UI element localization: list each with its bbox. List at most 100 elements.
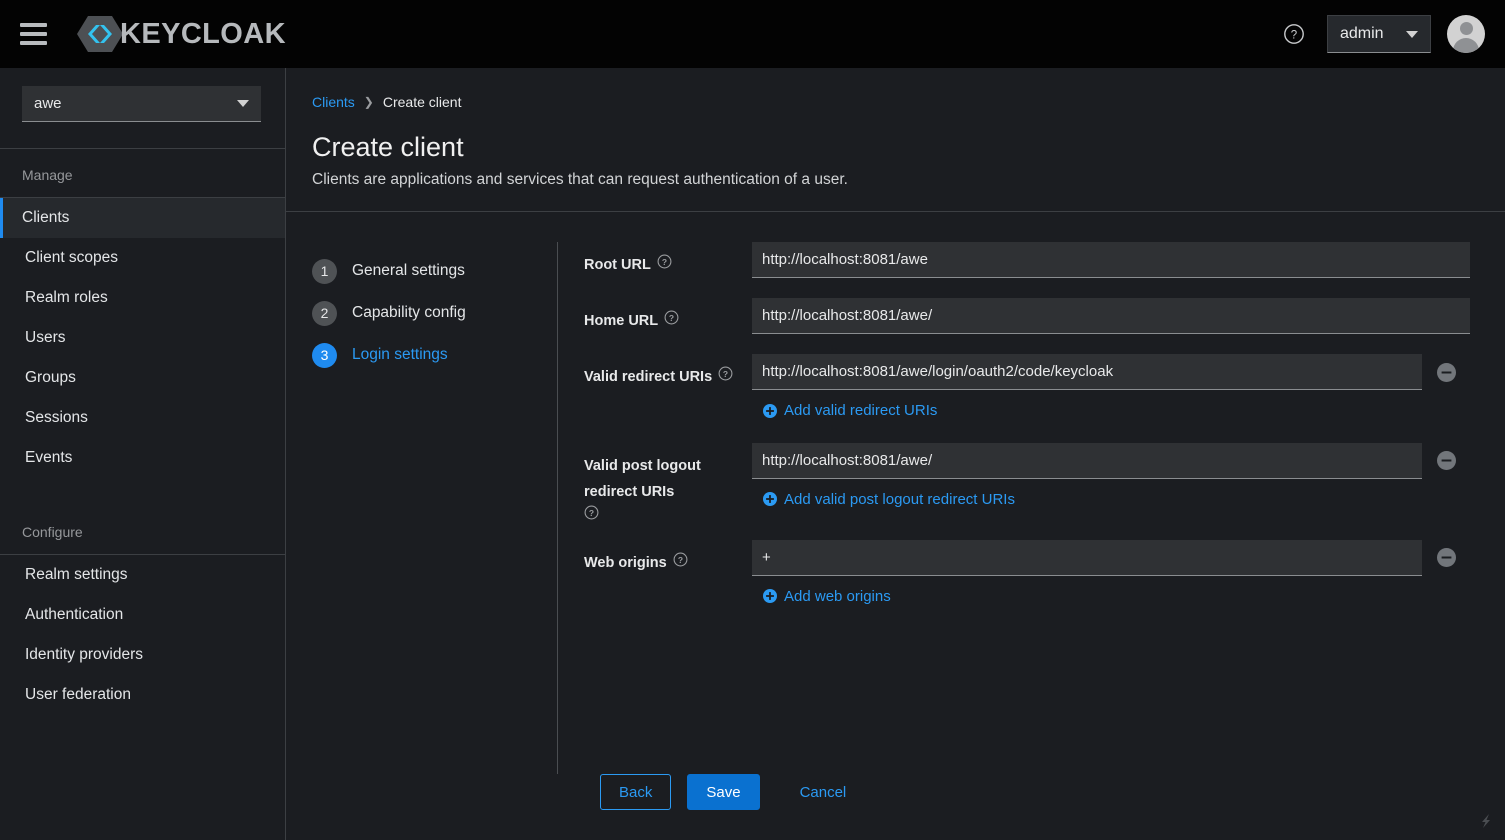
sidebar-item-realm-settings[interactable]: Realm settings [0, 555, 285, 595]
sidebar-item-label: Groups [25, 369, 76, 386]
question-circle-icon: ? [673, 552, 688, 567]
sidebar-item-events[interactable]: Events [0, 438, 285, 478]
hamburger-menu-icon[interactable] [10, 11, 56, 57]
minus-circle-icon [1436, 362, 1456, 382]
sidebar-item-user-federation[interactable]: User federation [0, 675, 285, 715]
field-label-text: Root URL [584, 257, 651, 273]
field-valid-redirect-uris: Valid redirect URIs ? http://localhost:8… [584, 354, 1470, 423]
brand-logo[interactable]: KEYCLOAK [76, 13, 286, 55]
web-origins-input[interactable] [752, 539, 1422, 576]
keycloak-admin-console: KEYCLOAK ? admin awe Manage Clients Clie… [0, 0, 1505, 840]
field-label: Root URL ? [584, 242, 752, 278]
chevron-right-icon: ❯ [363, 95, 374, 109]
sidebar-item-label: Sessions [25, 409, 88, 426]
help-icon[interactable]: ? [657, 254, 672, 269]
root-url-input[interactable] [752, 242, 1470, 278]
body: awe Manage Clients Client scopes Realm r… [0, 68, 1505, 840]
remove-web-origin-button[interactable] [1422, 540, 1470, 576]
sidebar-item-realm-roles[interactable]: Realm roles [0, 278, 285, 318]
add-valid-redirect-uris-button[interactable]: Add valid redirect URIs [763, 402, 937, 419]
svg-text:?: ? [662, 257, 667, 267]
wizard-step-general-settings[interactable]: 1 General settings [312, 250, 557, 292]
svg-text:?: ? [678, 555, 683, 565]
remove-valid-post-logout-redirect-uri-button[interactable] [1422, 443, 1470, 479]
svg-text:?: ? [1291, 30, 1297, 42]
valid-redirect-uris-input[interactable] [752, 354, 1422, 391]
question-circle-icon: ? [1284, 24, 1304, 44]
save-button[interactable]: Save [687, 774, 760, 810]
wizard-step-number: 1 [312, 258, 337, 284]
remove-valid-redirect-uri-button[interactable] [1422, 354, 1470, 390]
field-label: Valid redirect URIs ? [584, 354, 752, 390]
breadcrumb-link-clients[interactable]: Clients [312, 94, 355, 110]
valid-post-logout-redirect-uris-input[interactable] [752, 442, 1422, 479]
avatar[interactable] [1447, 15, 1485, 53]
admin-user-dropdown[interactable]: admin [1327, 15, 1431, 53]
sidebar-item-groups[interactable]: Groups [0, 358, 285, 398]
help-icon[interactable]: ? [718, 366, 733, 381]
multivalued-row [752, 539, 1470, 576]
help-icon[interactable]: ? [584, 505, 599, 520]
sidebar-item-label: Authentication [25, 606, 124, 623]
chevron-down-icon [1406, 30, 1418, 38]
question-circle-icon: ? [664, 310, 679, 325]
sidebar-item-clients[interactable]: Clients [0, 198, 285, 238]
multivalued-row [752, 354, 1470, 391]
field-valid-post-logout-redirect-uris: Valid post logout redirect URIs ? http:/… [584, 442, 1470, 520]
sidebar-item-identity-providers[interactable]: Identity providers [0, 635, 285, 675]
multivalued-row [752, 442, 1470, 479]
wizard-step-capability-config[interactable]: 2 Capability config [312, 292, 557, 334]
page-header: Clients ❯ Create client Create client Cl… [286, 68, 1505, 211]
wizard-step-label: Login settings [352, 346, 448, 363]
masthead-actions: ? admin [1277, 15, 1489, 53]
resize-handle-icon[interactable] [1473, 808, 1499, 834]
svg-text:?: ? [723, 369, 728, 379]
add-web-origins-button[interactable]: Add web origins [763, 588, 891, 605]
help-icon[interactable]: ? [673, 552, 688, 567]
wizard-step-label: General settings [352, 262, 465, 279]
help-icon[interactable]: ? [664, 310, 679, 325]
home-url-input[interactable] [752, 298, 1470, 335]
field-label-text: Valid post logout redirect URIs [584, 457, 701, 500]
field-web-origins: Web origins ? + Add web origins [584, 539, 1470, 609]
breadcrumb: Clients ❯ Create client [312, 94, 1505, 110]
svg-text:?: ? [669, 313, 674, 323]
sidebar-item-sessions[interactable]: Sessions [0, 398, 285, 438]
sidebar-item-users[interactable]: Users [0, 318, 285, 358]
page-subtitle: Clients are applications and services th… [312, 171, 848, 188]
sidebar-item-client-scopes[interactable]: Client scopes [0, 238, 285, 278]
field-control: Add web origins [752, 539, 1470, 609]
field-control [752, 242, 1470, 278]
sidebar-group-title-manage: Manage [22, 167, 73, 183]
brand-text: KEYCLOAK [120, 17, 286, 50]
breadcrumb-current: Create client [382, 94, 462, 110]
wizard-step-login-settings[interactable]: 3 Login settings [312, 334, 557, 376]
lightning-resize-icon [1482, 814, 1490, 828]
admin-user-label: admin [1340, 25, 1384, 42]
login-settings-form: Root URL ? http://localhost:8081/awe Hom… [558, 242, 1505, 774]
realm-selector[interactable]: awe [22, 86, 261, 122]
sidebar-item-label: User federation [25, 686, 131, 703]
add-valid-post-logout-redirect-uris-button[interactable]: Add valid post logout redirect URIs [763, 491, 1015, 508]
add-link-label: Add web origins [784, 587, 891, 605]
field-label: Valid post logout redirect URIs ? [584, 443, 752, 520]
field-control: Add valid redirect URIs [752, 354, 1470, 423]
sidebar-item-label: Users [25, 329, 66, 346]
wizard-step-number: 3 [312, 342, 337, 368]
minus-circle-icon [1436, 451, 1456, 471]
back-button[interactable]: Back [600, 774, 672, 810]
sidebar-item-label: Events [25, 449, 73, 466]
masthead: KEYCLOAK ? admin [0, 0, 1505, 68]
field-home-url: Home URL ? [584, 298, 1470, 335]
minus-circle-icon [1436, 548, 1456, 568]
svg-text:?: ? [589, 508, 594, 518]
plus-circle-icon [763, 589, 777, 604]
help-icon[interactable]: ? [1277, 17, 1311, 51]
sidebar-item-label: Clients [22, 209, 70, 226]
cancel-button[interactable]: Cancel [790, 774, 857, 810]
sidebar-item-authentication[interactable]: Authentication [0, 595, 285, 635]
form-actions: Back Save Cancel [286, 774, 1505, 840]
wizard-steps: 1 General settings 2 Capability config 3… [286, 242, 558, 774]
sidebar-group-title-configure: Configure [22, 524, 83, 540]
